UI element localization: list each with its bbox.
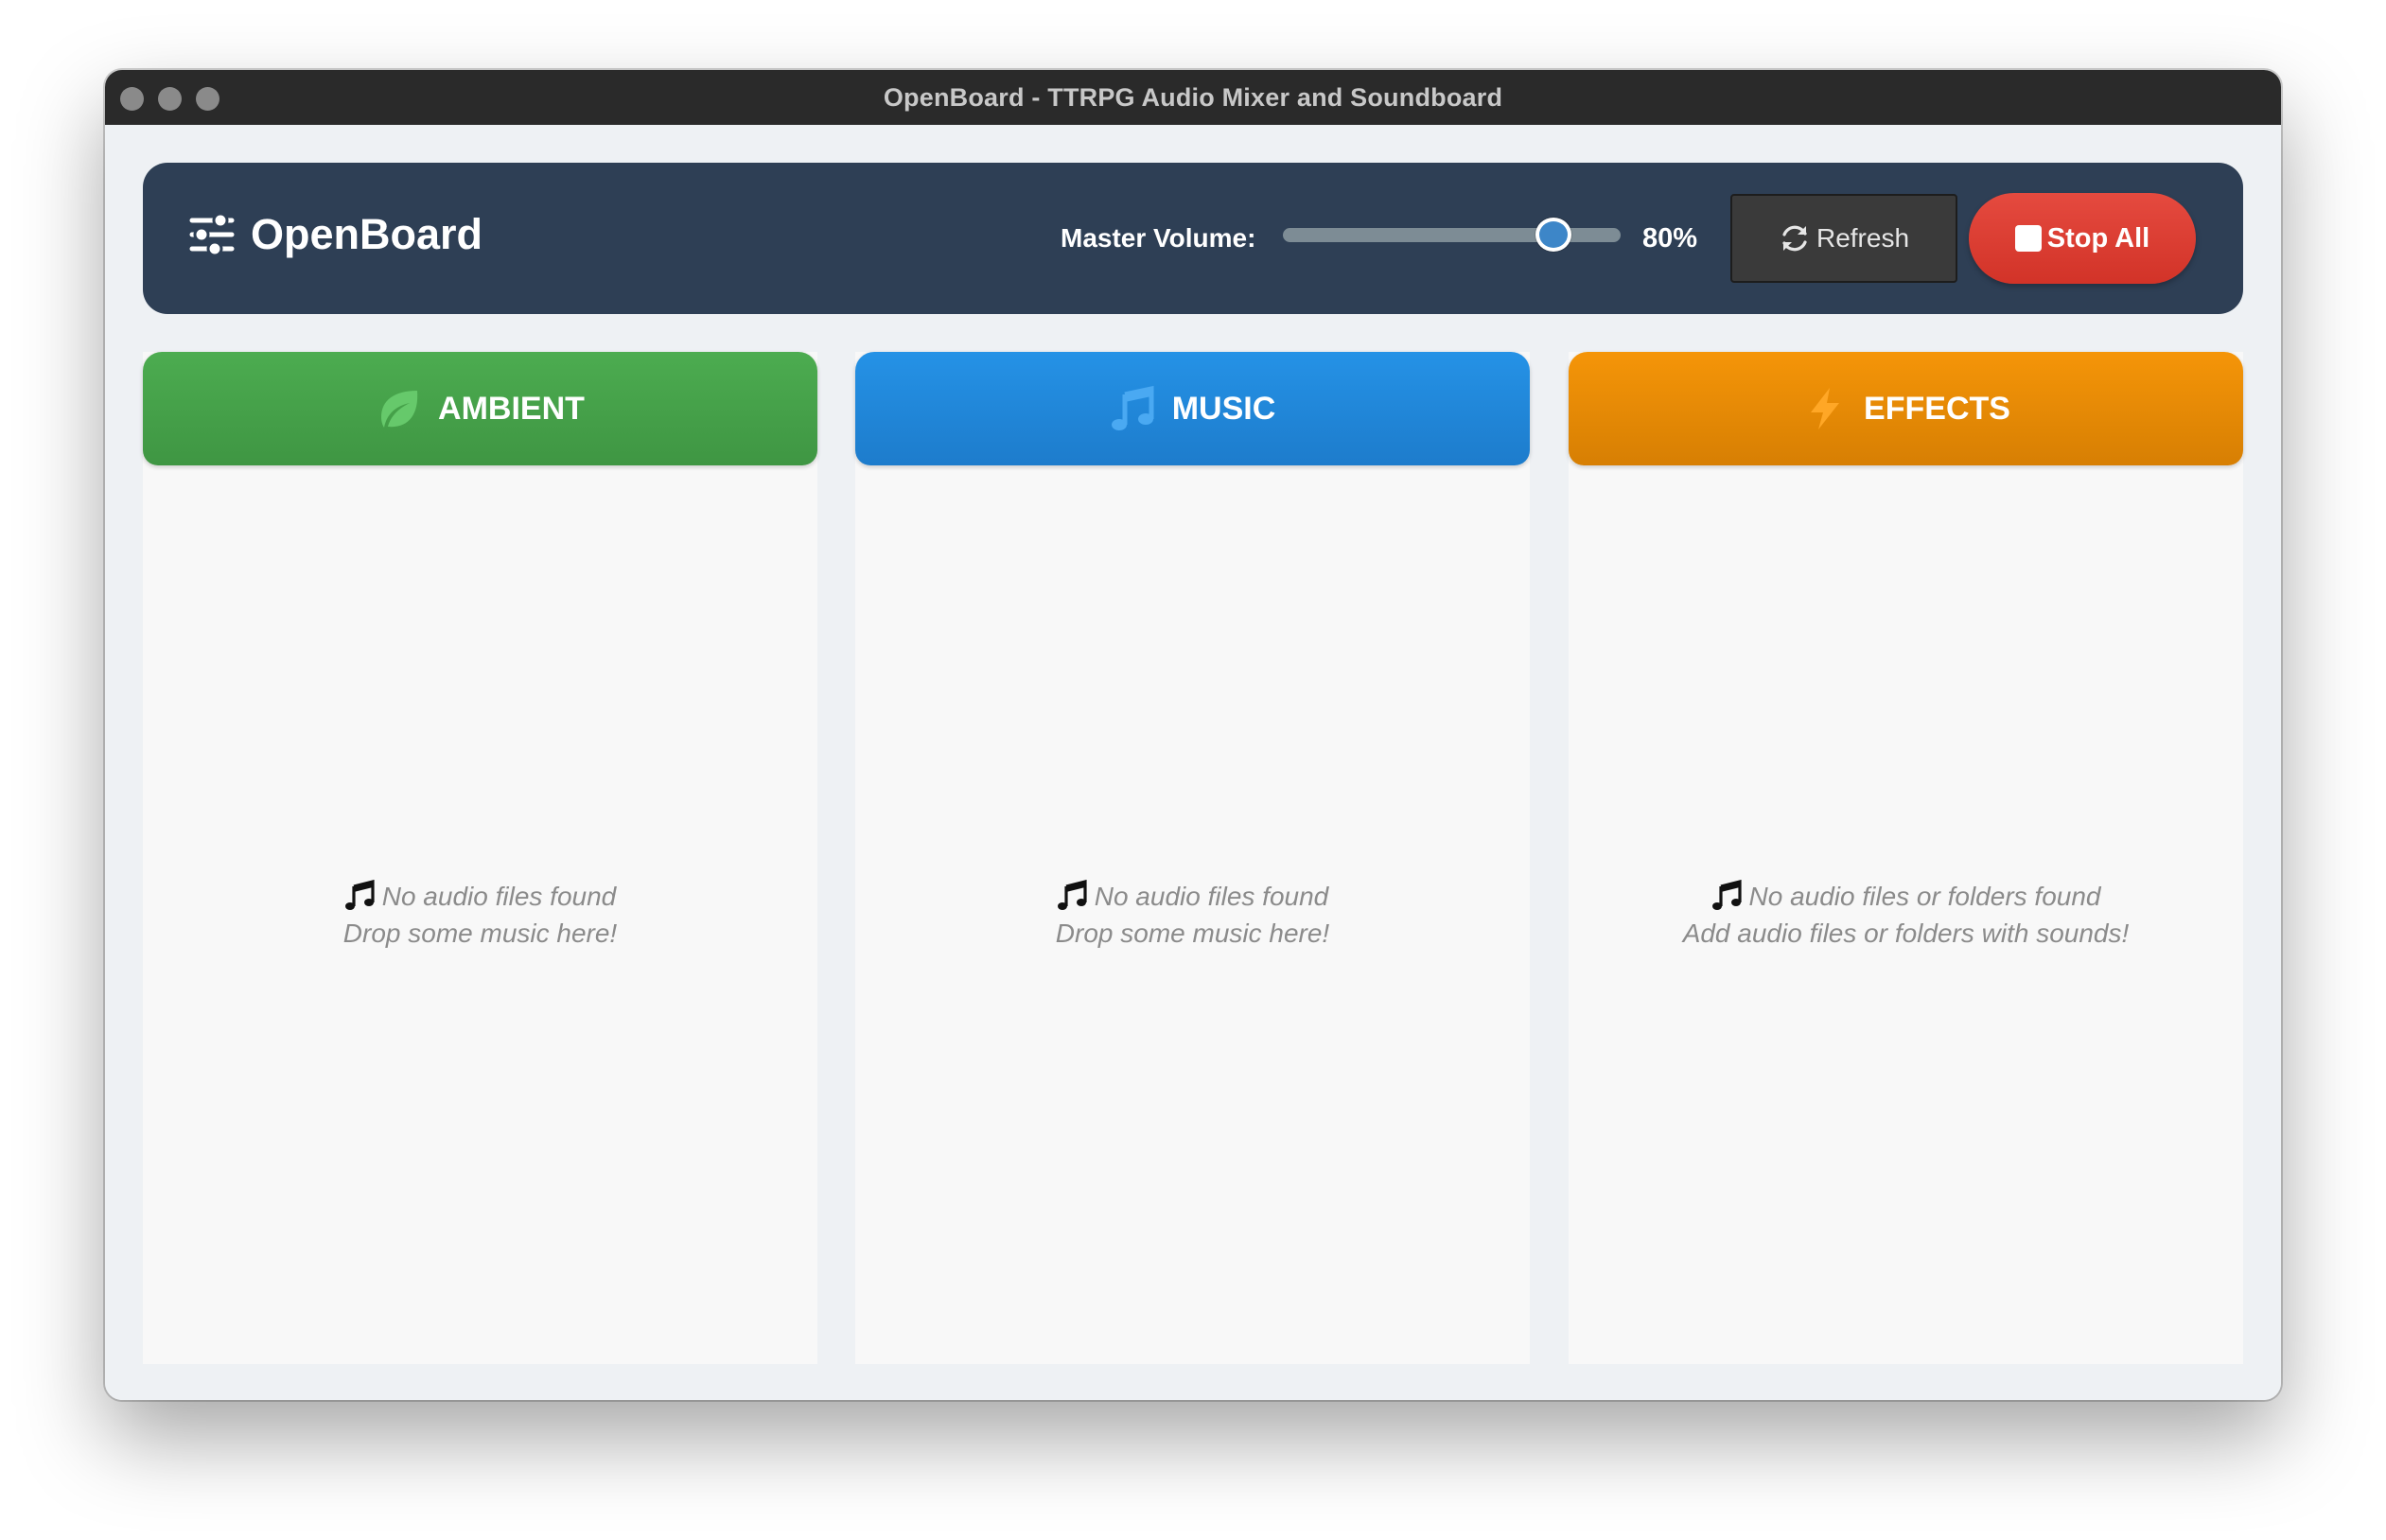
music-column-header: MUSIC [855, 352, 1530, 465]
app-name: OpenBoard [251, 210, 483, 258]
stop-all-button[interactable]: Stop All [1969, 193, 2196, 284]
ambient-title: AMBIENT [438, 390, 585, 427]
master-volume-value: 80% [1642, 223, 1698, 254]
header-bar: OpenBoard Master Volume: 80% Refresh Sto… [143, 163, 2243, 314]
lightning-icon [1811, 388, 1840, 429]
stop-icon [2014, 225, 2042, 252]
music-notes-icon [1111, 385, 1154, 430]
effects-column[interactable]: EFFECTS No audio files or folders found … [1569, 352, 2243, 1364]
brand: OpenBoard [188, 210, 482, 259]
window-title: OpenBoard - TTRPG Audio Mixer and Soundb… [883, 82, 1503, 112]
music-column[interactable]: MUSIC No audio files found Drop some mus… [855, 352, 1530, 1364]
refresh-icon [1782, 225, 1807, 252]
app-content: OpenBoard Master Volume: 80% Refresh Sto… [105, 125, 2281, 1400]
slider-thumb[interactable] [1535, 218, 1571, 252]
zoom-window-button[interactable] [196, 87, 219, 111]
ambient-column-header: AMBIENT [143, 352, 817, 465]
empty-hint: Drop some music here! [1055, 919, 1330, 948]
leaf-icon [381, 391, 418, 428]
music-note-icon [1711, 880, 1742, 910]
effects-title: EFFECTS [1864, 390, 2010, 427]
master-volume-label: Master Volume: [1061, 223, 1256, 253]
ambient-empty-state: No audio files found Drop some music her… [143, 880, 817, 949]
app-window: OpenBoard - TTRPG Audio Mixer and Soundb… [105, 70, 2281, 1400]
effects-column-header: EFFECTS [1569, 352, 2243, 465]
music-title: MUSIC [1171, 390, 1276, 427]
title-bar: OpenBoard - TTRPG Audio Mixer and Soundb… [105, 70, 2281, 125]
music-empty-state: No audio files found Drop some music her… [855, 880, 1530, 949]
sliders-icon [189, 212, 235, 257]
minimize-window-button[interactable] [158, 87, 182, 111]
empty-message: No audio files found [381, 882, 617, 911]
stop-all-label: Stop All [2046, 222, 2150, 254]
empty-hint: Drop some music here! [342, 919, 618, 948]
empty-hint: Add audio files or folders with sounds! [1682, 919, 2130, 948]
ambient-column[interactable]: AMBIENT No audio files found Drop some m… [143, 352, 817, 1364]
master-volume-slider[interactable] [1283, 218, 1621, 252]
effects-empty-state: No audio files or folders found Add audi… [1569, 880, 2243, 949]
window-controls [120, 87, 219, 111]
refresh-button[interactable]: Refresh [1730, 194, 1957, 283]
refresh-label: Refresh [1816, 223, 1910, 253]
empty-message: No audio files or folders found [1748, 882, 2101, 911]
close-window-button[interactable] [120, 87, 144, 111]
music-note-icon [1057, 880, 1087, 910]
empty-message: No audio files found [1094, 882, 1329, 911]
music-note-icon [344, 880, 375, 910]
